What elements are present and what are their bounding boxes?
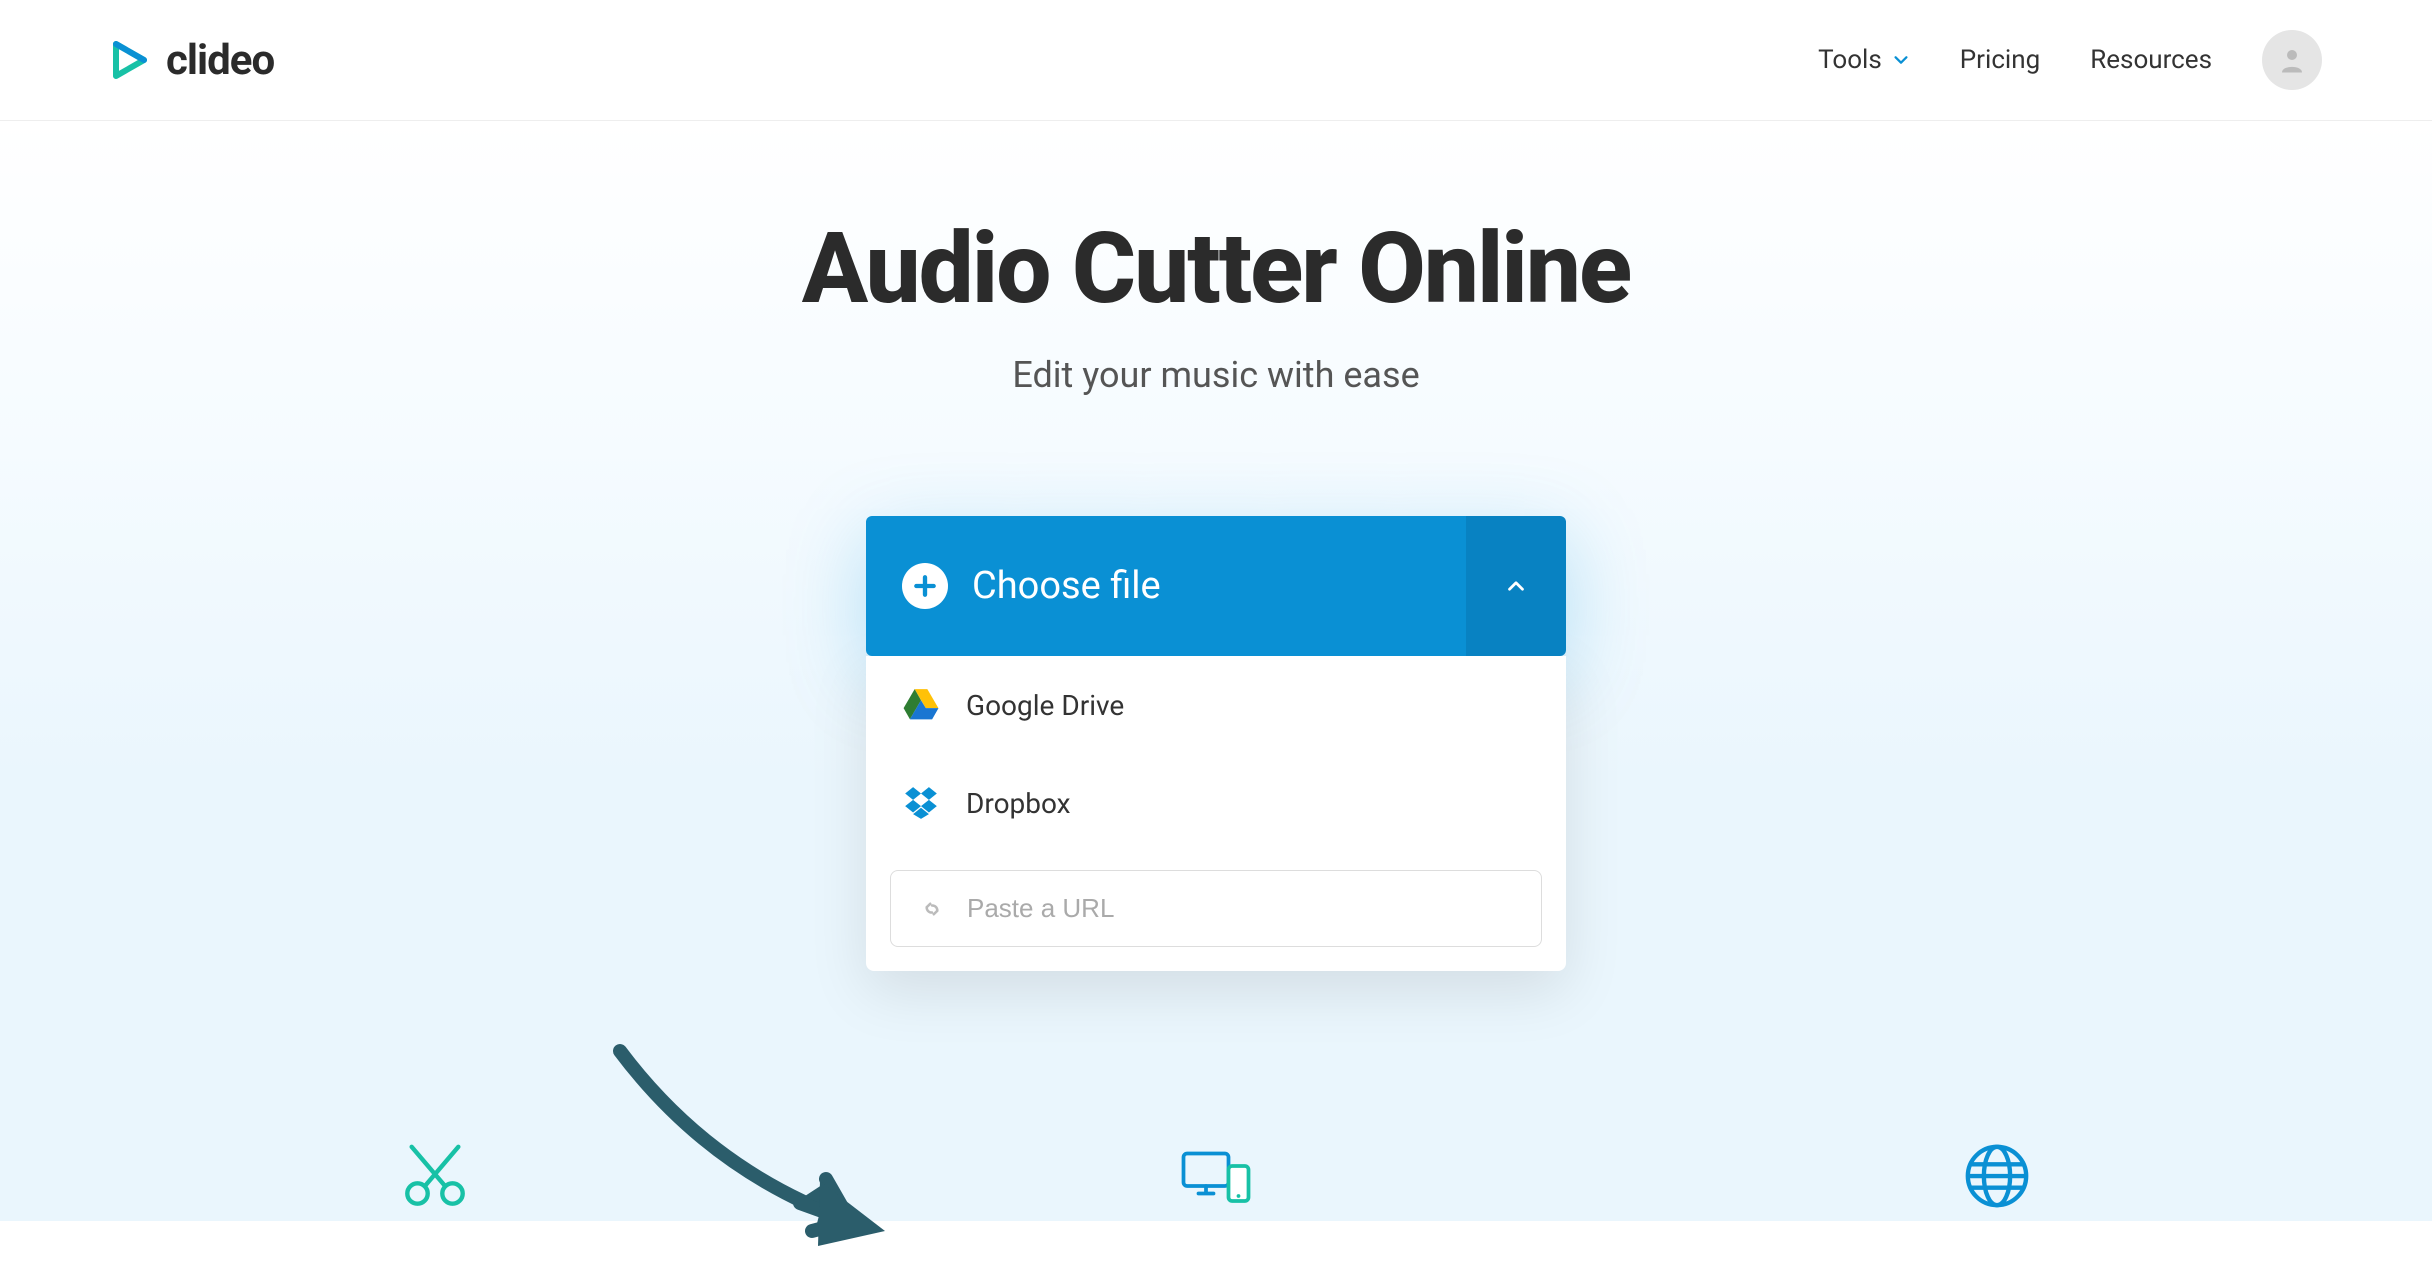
nav-tools[interactable]: Tools [1818, 45, 1910, 75]
plus-icon [902, 563, 948, 609]
main: Audio Cutter Online Edit your music with… [0, 121, 2432, 1221]
google-drive-icon [902, 686, 940, 724]
logo[interactable]: clideo [110, 36, 274, 85]
user-icon [2277, 45, 2307, 75]
header: clideo Tools Pricing Resources [0, 0, 2432, 121]
url-field[interactable] [890, 870, 1542, 947]
option-dropbox[interactable]: Dropbox [866, 754, 1566, 852]
nav-tools-label: Tools [1818, 45, 1882, 75]
option-google-drive-label: Google Drive [966, 689, 1124, 722]
nav: Tools Pricing Resources [1818, 30, 2322, 90]
chevron-up-icon [1503, 573, 1529, 599]
link-icon [917, 894, 947, 924]
logo-text: clideo [166, 36, 274, 85]
choose-file-toggle[interactable] [1466, 516, 1566, 656]
nav-pricing-label: Pricing [1960, 45, 2040, 75]
feature-icons [0, 1141, 2432, 1211]
url-input[interactable] [967, 893, 1515, 924]
choose-file-label: Choose file [972, 564, 1161, 608]
dropbox-icon [902, 784, 940, 822]
nav-resources-label: Resources [2090, 45, 2212, 75]
choose-file-main[interactable]: Choose file [866, 516, 1466, 656]
avatar[interactable] [2262, 30, 2322, 90]
url-row [866, 852, 1566, 971]
chevron-down-icon [1892, 51, 1910, 69]
upload-panel: Choose file Google Drive Dropbox [866, 516, 1566, 971]
option-dropbox-label: Dropbox [966, 787, 1071, 820]
nav-pricing[interactable]: Pricing [1960, 45, 2040, 75]
page-subtitle: Edit your music with ease [0, 354, 2432, 396]
globe-icon [1962, 1141, 2032, 1211]
page-title: Audio Cutter Online [0, 211, 2432, 326]
scissors-icon [400, 1141, 470, 1211]
choose-file-button: Choose file [866, 516, 1566, 656]
play-logo-icon [110, 40, 150, 80]
devices-icon [1181, 1141, 1251, 1211]
upload-dropdown: Google Drive Dropbox [866, 656, 1566, 971]
nav-resources[interactable]: Resources [2090, 45, 2212, 75]
option-google-drive[interactable]: Google Drive [866, 656, 1566, 754]
